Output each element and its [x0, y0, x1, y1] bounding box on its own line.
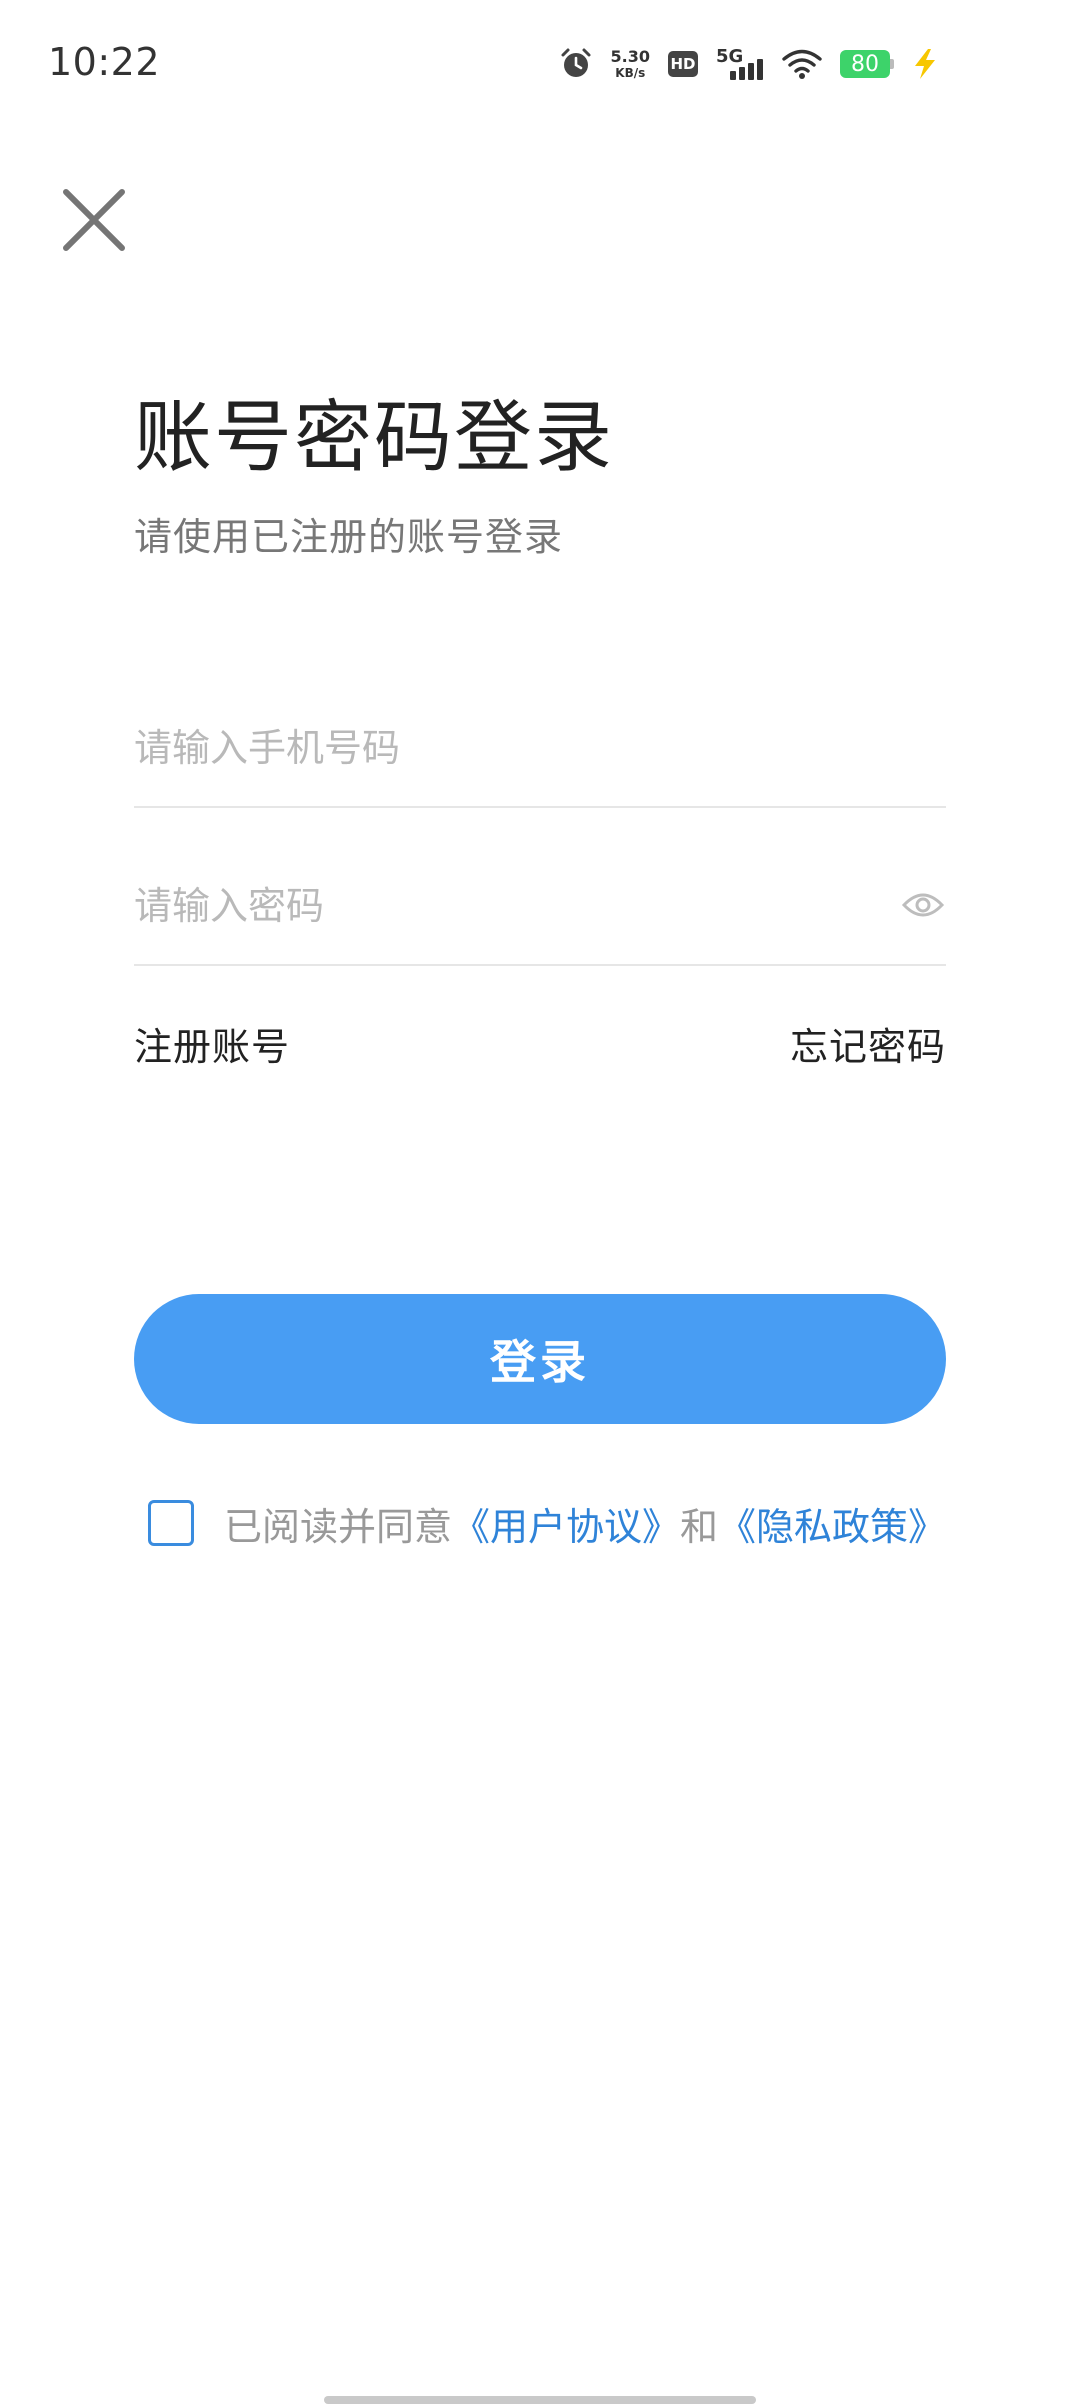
page-title: 账号密码登录 [134, 393, 615, 483]
agreement-text: 已阅读并同意《用户协议》和《隐私政策》 [224, 1496, 946, 1551]
net-speed-unit: KB/s [615, 66, 646, 80]
net-speed: 5.30 KB/s [610, 47, 650, 80]
signal-icon: 5G [716, 46, 764, 82]
agreement-checkbox[interactable] [148, 1500, 194, 1546]
status-bar: 10:22 5.30 KB/s HD 5G 80 [0, 0, 1080, 124]
home-indicator[interactable] [324, 2396, 756, 2404]
toggle-password-visibility-button[interactable] [900, 882, 946, 928]
wifi-icon [782, 48, 822, 80]
agreement-prefix: 已阅读并同意 [224, 1504, 453, 1549]
status-time: 10:22 [48, 40, 161, 84]
close-icon [63, 189, 125, 251]
close-button[interactable] [54, 180, 134, 260]
status-icons: 5.30 KB/s HD 5G 80 [559, 40, 938, 88]
account-links: 注册账号 忘记密码 [134, 1016, 946, 1071]
register-link[interactable]: 注册账号 [134, 1016, 290, 1071]
login-button[interactable]: 登录 [134, 1294, 946, 1424]
user-agreement-link[interactable]: 《用户协议》 [452, 1505, 680, 1549]
forgot-password-link[interactable]: 忘记密码 [790, 1016, 946, 1071]
charging-icon [912, 48, 938, 80]
eye-icon [902, 893, 944, 917]
agreement-row: 已阅读并同意《用户协议》和《隐私政策》 [148, 1496, 946, 1551]
page-subtitle: 请使用已注册的账号登录 [134, 515, 564, 559]
phone-field [134, 690, 946, 808]
battery-icon: 80 [840, 50, 894, 78]
agreement-conjunction: 和 [680, 1504, 719, 1549]
hd-icon: HD [668, 51, 698, 77]
net-speed-value: 5.30 [610, 47, 650, 66]
privacy-policy-link[interactable]: 《隐私政策》 [718, 1505, 946, 1549]
phone-input[interactable] [134, 690, 946, 806]
password-input[interactable] [134, 848, 946, 964]
password-field [134, 848, 946, 966]
battery-level: 80 [840, 50, 890, 78]
login-screen: 10:22 5.30 KB/s HD 5G 80 账号密码登录 请使用已注册的账… [0, 0, 1080, 2408]
network-type: 5G [716, 46, 744, 67]
alarm-icon [559, 47, 593, 81]
